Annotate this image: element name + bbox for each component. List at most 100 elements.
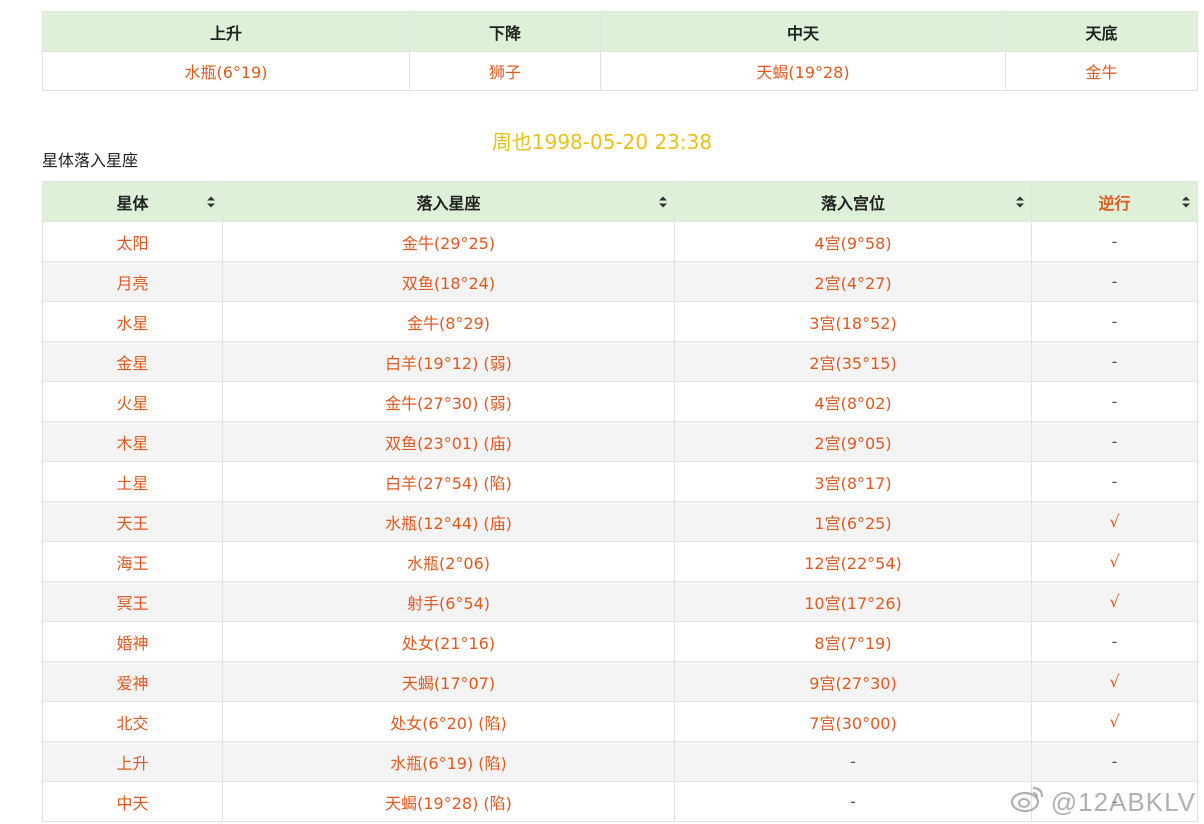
table-row: 金星 白羊(19°12) (弱) 2宫(35°15) -: [42, 341, 1198, 382]
cell-body: 海王: [42, 541, 223, 582]
angles-header-midheaven: 中天: [600, 11, 1006, 52]
cell-sign: 金牛(29°25): [222, 221, 675, 262]
cell-house: 8宫(7°19): [674, 621, 1032, 662]
cell-body: 天王: [42, 501, 223, 542]
chart-title: 周也1998-05-20 23:38: [491, 130, 713, 154]
cell-retrograde: -: [1031, 341, 1198, 382]
cell-sign: 天蝎(17°07): [222, 661, 675, 702]
cell-body: 木星: [42, 421, 223, 462]
cell-sign: 水瓶(6°19) (陷): [222, 741, 675, 782]
table-row: 上升 水瓶(6°19) (陷) - -: [42, 741, 1198, 782]
cell-house: 4宫(8°02): [674, 381, 1032, 422]
cell-sign: 双鱼(18°24): [222, 261, 675, 302]
column-header-body[interactable]: 星体: [42, 181, 223, 222]
cell-house: 3宫(8°17): [674, 461, 1032, 502]
section-caption: 星体落入星座: [42, 151, 139, 170]
table-row: 海王 水瓶(2°06) 12宫(22°54) √: [42, 541, 1198, 582]
cell-retrograde: √: [1031, 701, 1198, 742]
watermark-text: @12ABKLV: [1050, 787, 1196, 817]
page: 上升 下降 中天 天底 水瓶(6°19) 狮子 天蝎(19°28) 金牛 周也1…: [0, 0, 1204, 824]
cell-retrograde: -: [1031, 261, 1198, 302]
table-row: 天王 水瓶(12°44) (庙) 1宫(6°25) √: [42, 501, 1198, 542]
table-row: 婚神 处女(21°16) 8宫(7°19) -: [42, 621, 1198, 662]
weibo-icon: [1010, 785, 1051, 820]
cell-body: 太阳: [42, 221, 223, 262]
planets-header-row: 星体 落入星座 落入宫位 逆行: [42, 181, 1198, 222]
cell-body: 火星: [42, 381, 223, 422]
cell-retrograde: -: [1031, 741, 1198, 782]
cell-house: -: [674, 781, 1032, 822]
angles-header-descendant: 下降: [409, 11, 601, 52]
cell-house: 10宫(17°26): [674, 581, 1032, 622]
cell-retrograde: -: [1031, 301, 1198, 342]
cell-sign: 水瓶(12°44) (庙): [222, 501, 675, 542]
cell-house: 3宫(18°52): [674, 301, 1032, 342]
cell-body: 上升: [42, 741, 223, 782]
cell-sign: 射手(6°54): [222, 581, 675, 622]
table-row: 北交 处女(6°20) (陷) 7宫(30°00) √: [42, 701, 1198, 742]
cell-sign: 处女(21°16): [222, 621, 675, 662]
cell-body: 水星: [42, 301, 223, 342]
cell-sign: 双鱼(23°01) (庙): [222, 421, 675, 462]
cell-body: 土星: [42, 461, 223, 502]
column-header-body-label: 星体: [116, 193, 149, 213]
cell-house: -: [674, 741, 1032, 782]
cell-body: 婚神: [42, 621, 223, 662]
sort-icon[interactable]: [1016, 196, 1024, 207]
cell-retrograde: -: [1031, 621, 1198, 662]
column-header-sign[interactable]: 落入星座: [222, 181, 675, 222]
cell-house: 2宫(4°27): [674, 261, 1032, 302]
cell-retrograde: √: [1031, 661, 1198, 702]
sort-icon[interactable]: [659, 196, 667, 207]
table-row: 月亮 双鱼(18°24) 2宫(4°27) -: [42, 261, 1198, 302]
column-header-house[interactable]: 落入宫位: [674, 181, 1032, 222]
cell-house: 12宫(22°54): [674, 541, 1032, 582]
cell-retrograde: -: [1031, 421, 1198, 462]
column-header-retrograde-label: 逆行: [1098, 193, 1131, 213]
cell-body: 爱神: [42, 661, 223, 702]
cell-retrograde: √: [1031, 541, 1198, 582]
watermark: @12ABKLV: [1010, 785, 1196, 820]
cell-sign: 金牛(27°30) (弱): [222, 381, 675, 422]
cell-sign: 金牛(8°29): [222, 301, 675, 342]
cell-house: 9宫(27°30): [674, 661, 1032, 702]
cell-sign: 白羊(27°54) (陷): [222, 461, 675, 502]
sort-icon[interactable]: [1182, 196, 1190, 207]
angles-header-imum-coeli: 天底: [1005, 11, 1198, 52]
table-row: 土星 白羊(27°54) (陷) 3宫(8°17) -: [42, 461, 1198, 502]
planets-body: 太阳 金牛(29°25) 4宫(9°58) - 月亮 双鱼(18°24) 2宫(4°27) -…: [42, 221, 1198, 822]
cell-retrograde: -: [1031, 381, 1198, 422]
angles-value-row: 水瓶(6°19) 狮子 天蝎(19°28) 金牛: [42, 51, 1198, 91]
cell-house: 2宫(35°15): [674, 341, 1032, 382]
cell-sign: 水瓶(2°06): [222, 541, 675, 582]
cell-retrograde: -: [1031, 461, 1198, 502]
angles-value-descendant: 狮子: [409, 51, 601, 91]
cell-body: 月亮: [42, 261, 223, 302]
cell-retrograde: √: [1031, 501, 1198, 542]
cell-house: 7宫(30°00): [674, 701, 1032, 742]
column-header-house-label: 落入宫位: [820, 193, 885, 213]
cell-body: 中天: [42, 781, 223, 822]
column-header-retrograde[interactable]: 逆行: [1031, 181, 1198, 222]
cell-sign: 白羊(19°12) (弱): [222, 341, 675, 382]
table-row: 太阳 金牛(29°25) 4宫(9°58) -: [42, 221, 1198, 262]
table-row: 木星 双鱼(23°01) (庙) 2宫(9°05) -: [42, 421, 1198, 462]
sort-icon[interactable]: [207, 196, 215, 207]
cell-body: 金星: [42, 341, 223, 382]
cell-house: 2宫(9°05): [674, 421, 1032, 462]
angles-value-imum-coeli: 金牛: [1005, 51, 1198, 91]
cell-retrograde: -: [1031, 221, 1198, 262]
cell-house: 1宫(6°25): [674, 501, 1032, 542]
table-row: 爱神 天蝎(17°07) 9宫(27°30) √: [42, 661, 1198, 702]
cell-body: 北交: [42, 701, 223, 742]
cell-sign: 处女(6°20) (陷): [222, 701, 675, 742]
cell-body: 冥王: [42, 581, 223, 622]
angles-table: 上升 下降 中天 天底 水瓶(6°19) 狮子 天蝎(19°28) 金牛: [42, 11, 1198, 91]
cell-house: 4宫(9°58): [674, 221, 1032, 262]
table-row: 水星 金牛(8°29) 3宫(18°52) -: [42, 301, 1198, 342]
angles-value-midheaven: 天蝎(19°28): [600, 51, 1006, 91]
angles-header-ascendant: 上升: [42, 11, 410, 52]
column-header-sign-label: 落入星座: [416, 193, 481, 213]
table-row: 火星 金牛(27°30) (弱) 4宫(8°02) -: [42, 381, 1198, 422]
angles-value-ascendant: 水瓶(6°19): [42, 51, 410, 91]
